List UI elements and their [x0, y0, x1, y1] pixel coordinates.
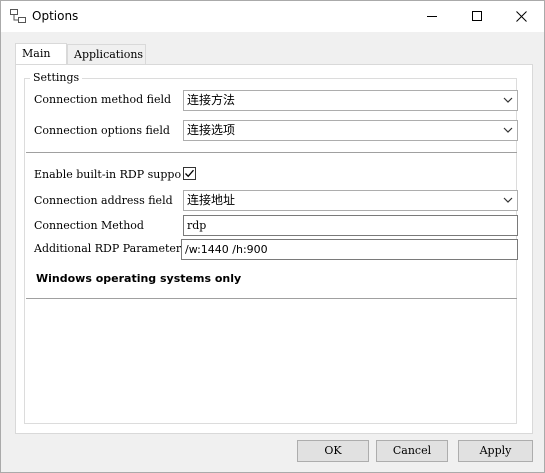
close-button[interactable]	[499, 1, 544, 31]
separator	[26, 152, 517, 153]
windows-only-note: Windows operating systems only	[36, 272, 242, 285]
settings-group-title: Settings	[30, 71, 83, 84]
chevron-down-icon	[503, 127, 513, 133]
enable-rdp-label: Enable built-in RDP suppo	[34, 168, 181, 181]
main-tab-panel: Settings Connection method field 连接方法 Co…	[15, 64, 533, 434]
connection-options-field-label: Connection options field	[34, 124, 170, 137]
title-bar: Options	[1, 1, 544, 32]
connection-address-field-value: 连接地址	[187, 193, 236, 207]
connection-address-field-label: Connection address field	[34, 194, 173, 207]
tab-applications[interactable]: Applications	[67, 44, 146, 64]
chevron-down-icon	[503, 97, 513, 103]
options-app-icon	[10, 9, 26, 23]
ok-button[interactable]: OK	[297, 440, 369, 462]
minimize-button[interactable]	[409, 1, 454, 31]
additional-rdp-parameter-label: Additional RDP Parameter	[34, 242, 182, 255]
enable-rdp-checkbox[interactable]	[183, 167, 196, 180]
maximize-button[interactable]	[454, 1, 499, 31]
close-icon	[516, 10, 527, 22]
connection-options-field-select[interactable]: 连接选项	[183, 120, 518, 141]
apply-button[interactable]: Apply	[458, 440, 533, 462]
separator	[26, 298, 517, 299]
connection-options-field-value: 连接选项	[187, 123, 236, 137]
connection-method-field-value: 连接方法	[187, 93, 236, 107]
tab-main[interactable]: Main	[15, 43, 67, 65]
settings-group: Settings Connection method field 连接方法 Co…	[24, 71, 518, 424]
connection-method-field-label: Connection method field	[34, 93, 172, 106]
minimize-icon	[426, 16, 437, 17]
additional-rdp-parameter-input[interactable]: /w:1440 /h:900	[181, 239, 518, 260]
maximize-icon	[471, 11, 482, 21]
window-title: Options	[32, 9, 79, 23]
chevron-down-icon	[503, 197, 513, 203]
connection-method-input[interactable]: rdp	[183, 215, 518, 236]
connection-method-label: Connection Method	[34, 219, 144, 232]
cancel-button[interactable]: Cancel	[376, 440, 448, 462]
connection-address-field-select[interactable]: 连接地址	[183, 190, 518, 211]
connection-method-field-select[interactable]: 连接方法	[183, 90, 518, 111]
